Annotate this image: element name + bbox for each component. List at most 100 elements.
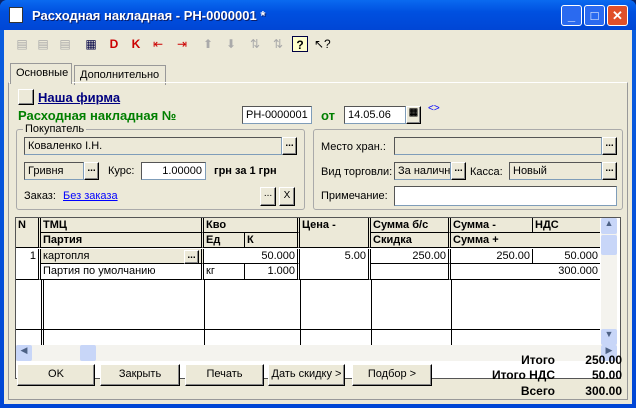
title-bar: Расходная накладная - РН-0000001 * _ □ ✕ xyxy=(0,0,636,30)
close-button[interactable]: ✕ xyxy=(607,5,628,26)
window-title: Расходная накладная - РН-0000001 * xyxy=(32,8,266,23)
total-label: Итого xyxy=(521,353,555,367)
close-form-button[interactable]: Закрыть xyxy=(100,364,180,386)
col-discount[interactable]: Скидка xyxy=(371,233,451,248)
rate-label: Курс: xyxy=(108,165,135,177)
cell-discount[interactable] xyxy=(371,264,451,280)
col-sum[interactable]: Сумма - xyxy=(451,218,533,233)
delete-row-icon[interactable]: ▤ xyxy=(57,36,73,52)
cash-input[interactable]: Новый xyxy=(509,162,602,180)
currency-select-button[interactable]: ... xyxy=(84,162,99,180)
cell-price[interactable]: 5.00 xyxy=(300,249,371,280)
buyer-group-label: Покупатель xyxy=(23,123,87,135)
save-icon[interactable]: ▦ xyxy=(83,36,99,52)
grand-total-label: Всего xyxy=(520,384,555,398)
storage-input[interactable] xyxy=(394,137,602,155)
cell-vat[interactable]: 50.000 xyxy=(533,249,600,264)
cell-sum-bs[interactable]: 250.00 xyxy=(371,249,451,264)
scroll-up-icon[interactable]: ▲ xyxy=(601,218,617,234)
dt-movements-icon[interactable]: D xyxy=(106,36,122,52)
arrow-up-icon[interactable]: ⬆ xyxy=(200,36,216,52)
vat-total-label: Итого НДС xyxy=(491,368,555,382)
note-label: Примечание: xyxy=(321,190,388,202)
print-button[interactable]: Печать xyxy=(185,364,264,386)
minimize-button[interactable]: _ xyxy=(561,5,582,26)
document-icon xyxy=(9,7,23,23)
col-party[interactable]: Партия xyxy=(41,233,204,248)
scroll-down-icon[interactable]: ▼ xyxy=(601,329,617,345)
col-n[interactable]: N xyxy=(16,218,41,248)
col-sum-plus[interactable]: Сумма + xyxy=(451,233,600,248)
cell-n: 1 xyxy=(16,249,41,280)
move-right-icon[interactable]: ⇥ xyxy=(174,36,190,52)
storage-label: Место хран.: xyxy=(321,141,386,153)
sort-desc-icon[interactable]: ⇅ xyxy=(270,36,286,52)
cash-label: Касса: xyxy=(470,166,503,178)
firm-link[interactable]: Наша фирма xyxy=(38,90,120,105)
col-price[interactable]: Цена - xyxy=(300,218,371,248)
doc-number-input[interactable]: РН-0000001 xyxy=(242,106,312,124)
currency-input[interactable]: Гривня xyxy=(24,162,84,180)
window: Расходная накладная - РН-0000001 * _ □ ✕… xyxy=(0,0,636,408)
storage-select-button[interactable]: ... xyxy=(602,137,617,155)
copy-row-icon[interactable]: ▤ xyxy=(35,36,51,52)
help-icon[interactable]: ? xyxy=(292,36,308,52)
trade-select-button[interactable]: ... xyxy=(451,162,466,180)
new-row-icon[interactable]: ▤ xyxy=(14,36,30,52)
doc-title: Расходная накладная № xyxy=(18,108,177,123)
vertical-scrollbar[interactable]: ▲ ▼ xyxy=(601,218,617,345)
horizontal-scroll-thumb[interactable] xyxy=(80,345,96,361)
order-label: Заказ: xyxy=(24,190,56,202)
empty-row[interactable] xyxy=(16,330,600,345)
details-group: Место хран.: ... Вид торговли: За наличн… xyxy=(313,129,623,210)
move-left-icon[interactable]: ⇤ xyxy=(150,36,166,52)
discount-button[interactable]: Дать скидку > xyxy=(268,364,345,386)
col-unit[interactable]: Ед xyxy=(204,233,245,248)
cell-k[interactable]: 1.000 xyxy=(245,264,300,280)
buyer-input[interactable]: Коваленко І.Н. xyxy=(24,137,282,155)
selection-button[interactable]: Подбор > xyxy=(352,364,432,386)
cell-tmc[interactable]: картопля xyxy=(41,249,204,264)
col-tmc[interactable]: ТМЦ xyxy=(41,218,204,233)
buyer-select-button[interactable]: ... xyxy=(282,137,297,155)
order-clear-button[interactable]: X xyxy=(279,187,295,206)
arrow-down-icon[interactable]: ⬇ xyxy=(223,36,239,52)
order-select-button[interactable]: ... xyxy=(260,187,276,206)
dk-icon[interactable]: K xyxy=(128,36,144,52)
trade-input[interactable]: За наличн xyxy=(394,162,451,180)
cash-select-button[interactable]: ... xyxy=(602,162,617,180)
client-area: ▤ ▤ ▤ ▦ D K ⇤ ⇥ ⬆ ⬇ ⇅ ⇅ ? ↖? Основные До… xyxy=(4,30,632,404)
cell-sum[interactable]: 250.00 xyxy=(451,249,533,264)
vertical-scroll-thumb[interactable] xyxy=(601,235,617,255)
maximize-button[interactable]: □ xyxy=(584,5,605,26)
cell-qty[interactable]: 50.000 xyxy=(204,249,300,264)
whats-this-icon[interactable]: ↖? xyxy=(314,36,331,52)
col-sum-bs[interactable]: Сумма б/с xyxy=(371,218,451,233)
rate-text: грн за 1 грн xyxy=(214,165,277,177)
cell-party[interactable]: Партия по умолчанию xyxy=(41,264,204,280)
trade-label: Вид торговли: xyxy=(321,166,393,178)
rate-input[interactable]: 1.00000 xyxy=(141,162,206,180)
buyer-group: Покупатель Коваленко І.Н. ... Гривня ...… xyxy=(16,123,305,210)
firm-select-button[interactable] xyxy=(18,89,34,105)
cell-sum-plus[interactable]: 300.000 xyxy=(451,264,600,280)
order-link[interactable]: Без заказа xyxy=(63,190,118,202)
vat-total-value: 50.00 xyxy=(591,368,622,382)
arrows-icon[interactable]: <> xyxy=(428,103,440,114)
cell-unit[interactable]: кг xyxy=(204,264,245,280)
note-input[interactable] xyxy=(394,186,617,206)
ok-button[interactable]: OK xyxy=(17,364,95,386)
grand-total-value: 300.00 xyxy=(585,384,622,398)
col-k[interactable]: К xyxy=(245,233,300,248)
tmc-select-button[interactable]: ... xyxy=(184,250,199,264)
empty-row[interactable] xyxy=(16,280,600,330)
total-value: 250.00 xyxy=(585,353,622,367)
calendar-button[interactable]: ▦ xyxy=(406,106,421,124)
tab-main[interactable]: Основные xyxy=(10,63,72,84)
col-qty[interactable]: Кво xyxy=(204,218,300,233)
date-label: от xyxy=(321,108,335,123)
date-input[interactable]: 14.05.06 xyxy=(344,106,406,124)
col-vat[interactable]: НДС xyxy=(533,218,600,233)
sort-asc-icon[interactable]: ⇅ xyxy=(247,36,263,52)
scroll-left-icon[interactable]: ◀ xyxy=(16,345,32,361)
